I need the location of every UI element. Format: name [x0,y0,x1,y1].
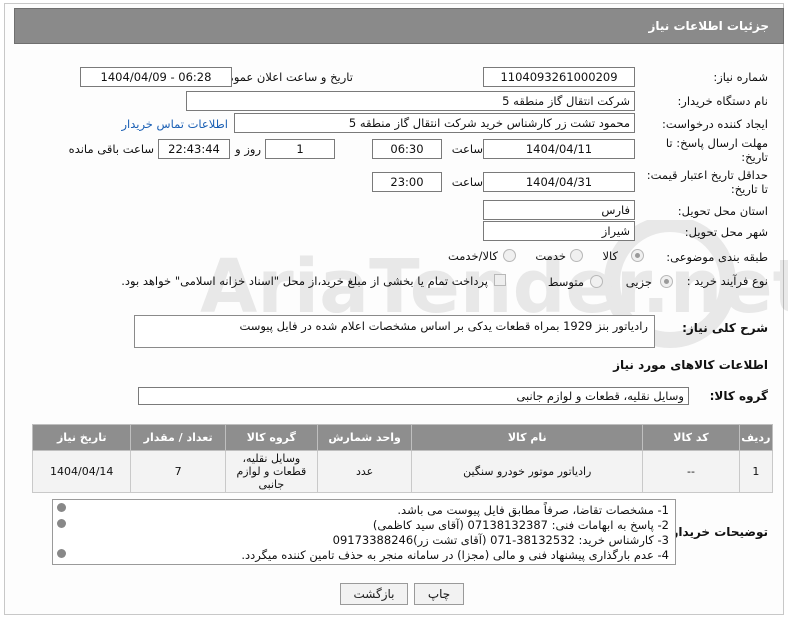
category-radio-goods[interactable] [631,249,644,262]
province-label: استان محل تحویل: [677,204,768,218]
description-label: شرح کلی نیاز: [682,321,768,335]
announce-label: تاریخ و ساعت اعلان عمومی: [214,70,353,84]
cell-goods-group: وسایل نقلیه، قطعات و لوازم جانبی [224,450,318,493]
scroll-down-dot[interactable] [57,549,66,558]
cell-goods-code: -- [642,450,740,493]
process-option-minor: جزیی [625,275,652,289]
col-row-number: ردیف [738,424,774,451]
days-label: روز و [235,142,261,156]
days-field: 1 [265,139,335,159]
deadline-time-field: 06:30 [372,139,442,159]
col-goods-code: کد کالا [642,424,740,451]
need-number-label: شماره نیاز: [713,70,768,84]
contact-info-link[interactable]: اطلاعات تماس خریدار [121,117,228,131]
buyer-org-field: شرکت انتقال گاز منطقه 5 [186,91,635,111]
cell-goods-name: رادیاتور موتور خودرو سنگین [411,450,644,493]
items-table-header: ردیف کد کالا نام کالا واحد شمارش گروه کا… [31,424,774,451]
page-header: جزئیات اطلاعات نیاز [14,8,784,44]
col-goods-name: نام کالا [411,424,644,451]
notes-scrollbar[interactable] [56,503,68,561]
treasury-payment-checkbox[interactable] [494,274,506,286]
col-quantity: تعداد / مقدار [130,424,226,451]
process-radio-medium[interactable] [590,275,603,288]
buyer-notes-label: توضیحات خریدار: [666,525,768,539]
cell-row-number: 1 [738,450,774,493]
note-line: 3- کارشناس خرید: 38132532-071 (آقای تشت … [332,533,669,547]
goods-group-field: وسایل نقلیه، قطعات و لوازم جانبی [138,387,689,405]
city-label: شهر محل تحویل: [684,225,768,239]
category-radio-service[interactable] [570,249,583,262]
cell-quantity: 7 [130,450,226,493]
scroll-up-dot[interactable] [57,503,66,512]
category-label: طبقه بندی موضوعی: [666,250,768,264]
category-option-service: خدمت [535,249,566,263]
buyer-org-label: نام دستگاه خریدار: [677,94,768,108]
validity-date-field: 1404/04/31 [483,172,635,192]
process-option-medium: متوسط [547,275,584,289]
treasury-payment-note: پرداخت تمام یا بخشی از مبلغ خرید،از محل … [121,274,488,288]
deadline-date-field: 1404/04/11 [483,139,635,159]
items-table: ردیف کد کالا نام کالا واحد شمارش گروه کا… [31,424,774,493]
city-field: شیراز [483,221,635,241]
col-need-date: تاریخ نیاز [31,424,132,451]
validity-label: حداقل تاریخ اعتبار قیمت: تا تاریخ: [646,168,768,196]
category-radio-goods-service[interactable] [503,249,516,262]
cell-need-date: 1404/04/14 [31,450,132,493]
scroll-thumb-dot[interactable] [57,519,66,528]
note-line: 4- عدم بارگذاری پیشنهاد فنی و مالی (مجزا… [241,548,669,562]
note-line: 2- پاسخ به ابهامات فنی: 07138132387 (آقا… [372,518,669,532]
buyer-notes-textarea[interactable]: 1- مشخصات تقاضا، صرفاً مطابق فایل پیوست … [52,499,676,565]
goods-group-label: گروه کالا: [709,389,768,403]
validity-time-label: ساعت [451,175,483,189]
table-row: 1 -- رادیاتور موتور خودرو سنگین عدد وسای… [31,450,774,493]
back-button[interactable]: بازگشت [340,583,408,605]
deadline-label: مهلت ارسال پاسخ: تا تاریخ: [665,136,768,164]
page-title: جزئیات اطلاعات نیاز [648,19,769,33]
need-number-field: 1104093261000209 [483,67,635,87]
deadline-time-label: ساعت [451,142,483,156]
creator-field: محمود تشت زر کارشناس خرید شرکت انتقال گا… [234,113,635,133]
announce-datetime-field: 1404/04/09 - 06:28 [80,67,232,87]
validity-time-field: 23:00 [372,172,442,192]
category-option-goods: کالا [602,249,618,263]
goods-section-title: اطلاعات کالاهای مورد نیاز [613,358,768,372]
description-textarea[interactable]: رادیاتور بنز 1929 بمراه قطعات یدکی بر اس… [134,315,655,348]
creator-label: ایجاد کننده درخواست: [662,117,768,131]
col-unit: واحد شمارش [316,424,413,451]
process-type-label: نوع فرآیند خرید : [686,274,768,288]
province-field: فارس [483,200,635,220]
category-option-goods-service: کالا/خدمت [447,249,498,263]
process-radio-minor[interactable] [660,275,673,288]
remaining-time-field: 22:43:44 [158,139,230,159]
note-line: 1- مشخصات تقاضا، صرفاً مطابق فایل پیوست … [397,503,669,517]
cell-unit: عدد [316,450,413,493]
print-button[interactable]: چاپ [414,583,464,605]
col-goods-group: گروه کالا [224,424,318,451]
remaining-label: ساعت باقی مانده [68,142,154,156]
